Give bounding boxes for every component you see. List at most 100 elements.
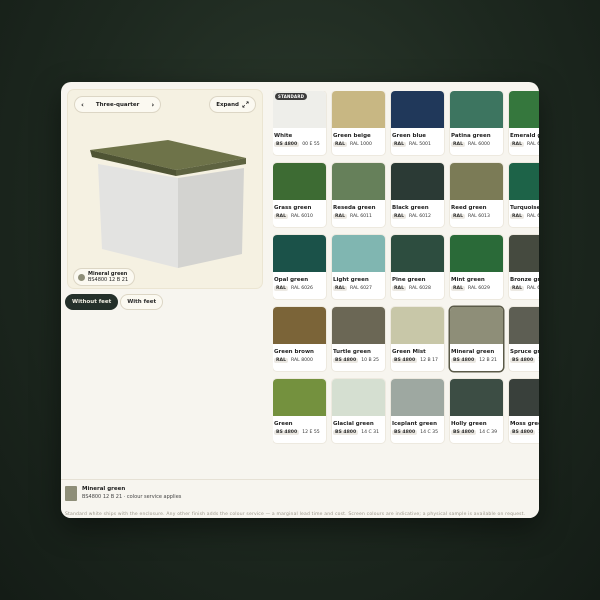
colour-swatch-tile[interactable]: Reseda green RAL RAL 6011 xyxy=(332,163,385,227)
colour-swatch-tile[interactable]: STANDARD White BS 4800 00 E 55 xyxy=(273,91,326,155)
expand-button[interactable]: Expand xyxy=(209,96,256,113)
colour-swatch-tile[interactable]: Mint green RAL RAL 6029 xyxy=(450,235,503,299)
swatch-colour xyxy=(391,379,444,416)
selected-colour-chip: Mineral green BS4800 12 B 21 xyxy=(73,268,136,286)
swatch-system-tag: BS 4800 xyxy=(333,358,359,363)
swatch-code-value: RAL 6010 xyxy=(291,214,313,219)
swatch-system-tag: RAL xyxy=(392,142,407,147)
colour-swatch-tile[interactable]: Iceplant green BS 4800 14 C 35 xyxy=(391,379,444,443)
swatch-system-tag: BS 4800 xyxy=(451,430,477,435)
swatch-code: BS 4800 14 C 39 xyxy=(451,430,503,435)
swatch-code-value: 12 B 17 xyxy=(420,358,438,363)
swatch-system-tag: RAL xyxy=(451,142,466,147)
colour-swatch-tile[interactable]: Opal green RAL RAL 6026 xyxy=(273,235,326,299)
swatch-code-value: RAL 6013 xyxy=(468,214,490,219)
swatch-name: Opal green xyxy=(274,277,309,283)
colour-swatch-tile[interactable]: Green beige RAL RAL 1000 xyxy=(332,91,385,155)
swatch-colour xyxy=(273,307,326,344)
swatch-colour xyxy=(332,163,385,200)
swatch-colour: STANDARD xyxy=(273,91,326,128)
colour-swatch-tile[interactable]: Reed green RAL RAL 6013 xyxy=(450,163,503,227)
colour-swatch-grid: STANDARD White BS 4800 00 E 55 Green beige RA… xyxy=(273,91,539,453)
enclosure-front-face xyxy=(98,164,178,268)
swatch-colour xyxy=(450,235,503,272)
swatch-system-tag: RAL xyxy=(333,142,348,147)
swatch-colour xyxy=(509,91,539,128)
swatch-code: BS 480012 B 25 xyxy=(510,358,539,363)
swatch-name: Holly green xyxy=(451,421,487,427)
swatch-code: BS 4800 14 C 31 xyxy=(333,430,385,435)
swatch-code: RAL RAL 6026 xyxy=(274,286,326,291)
colour-swatch-tile[interactable]: Mineral green BS 4800 12 B 21 xyxy=(450,307,503,371)
without-feet-option[interactable]: Without feet xyxy=(65,294,119,310)
colour-swatch-tile[interactable]: Patina green RAL RAL 6000 xyxy=(450,91,503,155)
prev-view-icon[interactable]: ‹ xyxy=(81,101,84,109)
colour-swatch-tile[interactable]: Moss gree BS 480014 C 40 xyxy=(509,379,539,443)
swatch-code-value: 00 E 55 xyxy=(302,142,320,147)
colour-swatch-tile[interactable]: Green Mist BS 4800 12 B 17 xyxy=(391,307,444,371)
swatch-colour xyxy=(509,235,539,272)
swatch-system-tag: BS 4800 xyxy=(333,430,359,435)
enclosure-side-face xyxy=(178,168,244,268)
colour-swatch-tile[interactable]: Spruce gre BS 480012 B 25 xyxy=(509,307,539,371)
swatch-name: Iceplant green xyxy=(392,421,438,427)
colour-swatch-tile[interactable]: Emerald g RALRAL 6001 xyxy=(509,91,539,155)
colour-swatch-tile[interactable]: Holly green BS 4800 14 C 39 xyxy=(450,379,503,443)
swatch-system-tag: BS 4800 xyxy=(510,430,536,435)
view-angle-selector[interactable]: ‹ Three-quarter › xyxy=(74,96,162,113)
with-feet-option[interactable]: With feet xyxy=(120,294,164,310)
swatch-colour xyxy=(450,163,503,200)
swatch-code-value: 14 C 39 xyxy=(479,430,498,435)
swatch-system-tag: RAL xyxy=(274,214,289,219)
colour-swatch-tile[interactable]: Glacial green BS 4800 14 C 31 xyxy=(332,379,385,443)
swatch-code-value: 14 C 31 xyxy=(361,430,380,435)
colour-swatch-tile[interactable]: Black green RAL RAL 6012 xyxy=(391,163,444,227)
swatch-colour xyxy=(332,235,385,272)
swatch-code: BS 480014 C 40 xyxy=(510,430,539,435)
swatch-name: Mineral green xyxy=(451,349,495,355)
next-view-icon[interactable]: › xyxy=(151,101,154,109)
swatch-name: Turtle green xyxy=(333,349,371,355)
swatch-name: Glacial green xyxy=(333,421,374,427)
swatch-code-value: RAL 8000 xyxy=(291,358,313,363)
colour-swatch-tile[interactable]: Pine green RAL RAL 6028 xyxy=(391,235,444,299)
colour-swatch-tile[interactable]: Green brown RAL RAL 8000 xyxy=(273,307,326,371)
swatch-code-value: 14 C 35 xyxy=(420,430,439,435)
colour-swatch-tile[interactable]: Turtle green BS 4800 10 B 25 xyxy=(332,307,385,371)
swatch-code: BS 4800 12 E 55 xyxy=(274,430,326,435)
swatch-colour xyxy=(391,163,444,200)
swatch-code: BS 4800 12 B 17 xyxy=(392,358,444,363)
swatch-system-tag: RAL xyxy=(333,214,348,219)
colour-swatch-tile[interactable]: Light green RAL RAL 6027 xyxy=(332,235,385,299)
swatch-code: RAL RAL 6029 xyxy=(451,286,503,291)
colour-swatch-tile[interactable]: Bronze gre RALRAL 6031 xyxy=(509,235,539,299)
swatch-name: Black green xyxy=(392,205,429,211)
swatch-name: Emerald g xyxy=(510,133,539,139)
colour-swatch-tile[interactable]: Turquoise RALRAL 6016 xyxy=(509,163,539,227)
swatch-name: Green beige xyxy=(333,133,371,139)
swatch-system-tag: RAL xyxy=(510,142,525,147)
swatch-system-tag: RAL xyxy=(274,358,289,363)
expand-label: Expand xyxy=(216,101,239,108)
swatch-system-tag: BS 4800 xyxy=(451,358,477,363)
swatch-code-value: RAL 1000 xyxy=(350,142,372,147)
swatch-system-tag: BS 4800 xyxy=(274,430,300,435)
swatch-code: BS 4800 10 B 25 xyxy=(333,358,385,363)
swatch-code-value: RAL 6027 xyxy=(350,286,372,291)
swatch-name: Bronze gre xyxy=(510,277,539,283)
summary-colour-name: Mineral green xyxy=(82,486,126,492)
swatch-code: RALRAL 6016 xyxy=(510,214,539,219)
colour-swatch-tile[interactable]: Grass green RAL RAL 6010 xyxy=(273,163,326,227)
summary-colour-desc: BS4800 12 B 21 · colour service applies xyxy=(82,494,182,500)
swatch-code: RAL RAL 1000 xyxy=(333,142,385,147)
swatch-system-tag: RAL xyxy=(392,214,407,219)
swatch-name: Turquoise xyxy=(510,205,539,211)
model-viewer[interactable]: ‹ Three-quarter › Expand Mineral green B… xyxy=(67,89,263,289)
swatch-code: RAL RAL 6011 xyxy=(333,214,385,219)
swatch-name: Mint green xyxy=(451,277,485,283)
swatch-system-tag: RAL xyxy=(333,286,348,291)
enclosure-3d-model[interactable] xyxy=(88,140,258,275)
colour-swatch-tile[interactable]: Green blue RAL RAL 5001 xyxy=(391,91,444,155)
colour-swatch-tile[interactable]: Green BS 4800 12 E 55 xyxy=(273,379,326,443)
swatch-code: BS 4800 00 E 55 xyxy=(274,142,326,147)
